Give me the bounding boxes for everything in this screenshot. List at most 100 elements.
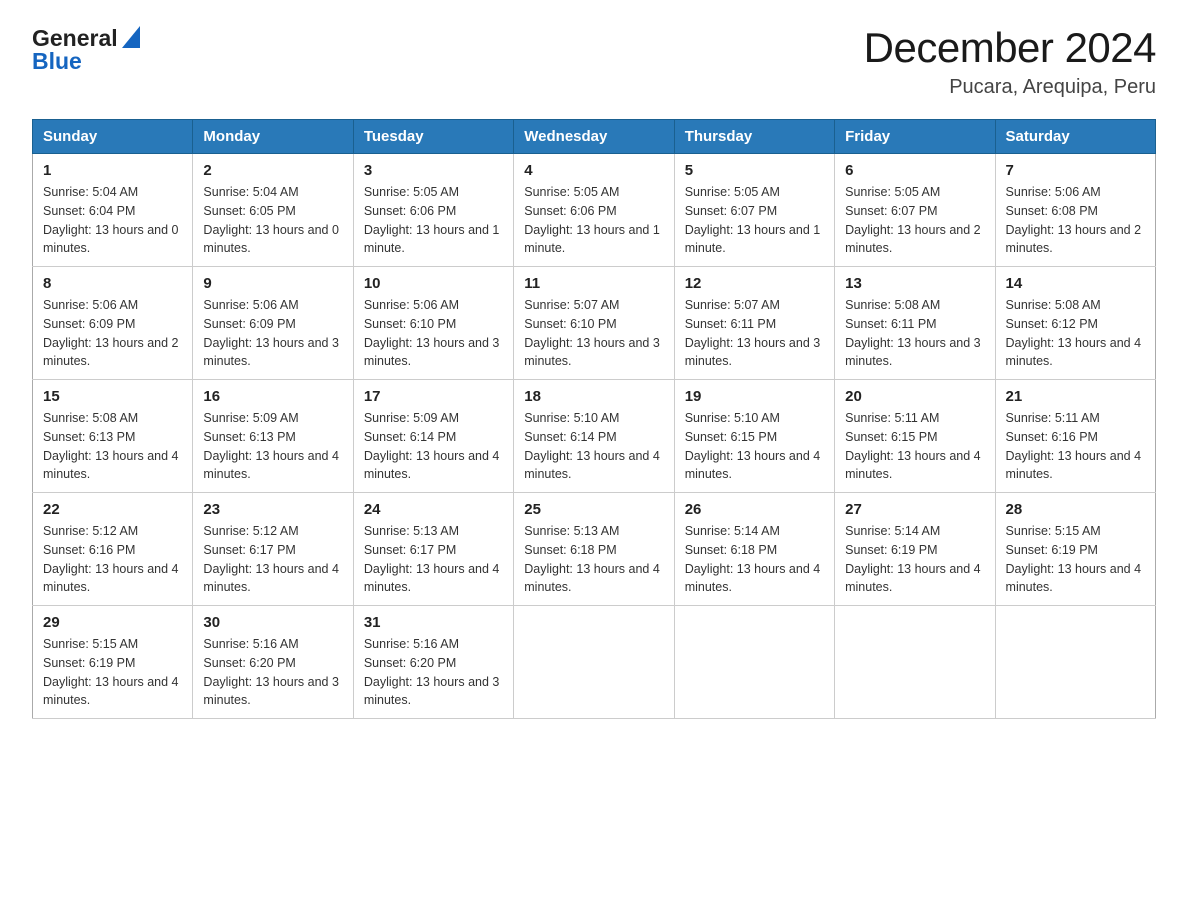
- empty-cell-4-3: [514, 606, 674, 719]
- col-thursday: Thursday: [674, 120, 834, 154]
- day-number: 6: [845, 162, 984, 179]
- day-number: 18: [524, 388, 663, 405]
- day-info: Sunrise: 5:08 AM Sunset: 6:12 PM Dayligh…: [1006, 296, 1145, 371]
- day-info: Sunrise: 5:11 AM Sunset: 6:15 PM Dayligh…: [845, 409, 984, 484]
- calendar-day-27: 27 Sunrise: 5:14 AM Sunset: 6:19 PM Dayl…: [835, 493, 995, 606]
- day-number: 5: [685, 162, 824, 179]
- calendar-day-3: 3 Sunrise: 5:05 AM Sunset: 6:06 PM Dayli…: [353, 154, 513, 267]
- day-number: 17: [364, 388, 503, 405]
- calendar-day-28: 28 Sunrise: 5:15 AM Sunset: 6:19 PM Dayl…: [995, 493, 1155, 606]
- title-block: December 2024 Pucara, Arequipa, Peru: [864, 24, 1156, 99]
- calendar-day-19: 19 Sunrise: 5:10 AM Sunset: 6:15 PM Dayl…: [674, 380, 834, 493]
- col-friday: Friday: [835, 120, 995, 154]
- calendar-day-13: 13 Sunrise: 5:08 AM Sunset: 6:11 PM Dayl…: [835, 267, 995, 380]
- calendar-day-7: 7 Sunrise: 5:06 AM Sunset: 6:08 PM Dayli…: [995, 154, 1155, 267]
- day-info: Sunrise: 5:06 AM Sunset: 6:09 PM Dayligh…: [203, 296, 342, 371]
- col-monday: Monday: [193, 120, 353, 154]
- day-number: 4: [524, 162, 663, 179]
- day-info: Sunrise: 5:13 AM Sunset: 6:17 PM Dayligh…: [364, 522, 503, 597]
- calendar-week-1: 1 Sunrise: 5:04 AM Sunset: 6:04 PM Dayli…: [33, 154, 1156, 267]
- calendar-day-6: 6 Sunrise: 5:05 AM Sunset: 6:07 PM Dayli…: [835, 154, 995, 267]
- calendar-day-8: 8 Sunrise: 5:06 AM Sunset: 6:09 PM Dayli…: [33, 267, 193, 380]
- day-info: Sunrise: 5:06 AM Sunset: 6:09 PM Dayligh…: [43, 296, 182, 371]
- logo-arrow-icon: [122, 26, 140, 53]
- day-info: Sunrise: 5:07 AM Sunset: 6:10 PM Dayligh…: [524, 296, 663, 371]
- calendar-week-2: 8 Sunrise: 5:06 AM Sunset: 6:09 PM Dayli…: [33, 267, 1156, 380]
- calendar-table: Sunday Monday Tuesday Wednesday Thursday…: [32, 119, 1156, 719]
- day-number: 10: [364, 275, 503, 292]
- page-title: December 2024: [864, 24, 1156, 72]
- day-number: 13: [845, 275, 984, 292]
- day-number: 22: [43, 501, 182, 518]
- calendar-day-24: 24 Sunrise: 5:13 AM Sunset: 6:17 PM Dayl…: [353, 493, 513, 606]
- calendar-day-22: 22 Sunrise: 5:12 AM Sunset: 6:16 PM Dayl…: [33, 493, 193, 606]
- calendar-day-1: 1 Sunrise: 5:04 AM Sunset: 6:04 PM Dayli…: [33, 154, 193, 267]
- day-number: 14: [1006, 275, 1145, 292]
- day-info: Sunrise: 5:09 AM Sunset: 6:14 PM Dayligh…: [364, 409, 503, 484]
- day-number: 23: [203, 501, 342, 518]
- day-number: 26: [685, 501, 824, 518]
- day-number: 21: [1006, 388, 1145, 405]
- calendar-day-29: 29 Sunrise: 5:15 AM Sunset: 6:19 PM Dayl…: [33, 606, 193, 719]
- calendar-day-21: 21 Sunrise: 5:11 AM Sunset: 6:16 PM Dayl…: [995, 380, 1155, 493]
- day-number: 27: [845, 501, 984, 518]
- logo-block: General Blue: [32, 24, 140, 75]
- day-info: Sunrise: 5:08 AM Sunset: 6:13 PM Dayligh…: [43, 409, 182, 484]
- day-number: 9: [203, 275, 342, 292]
- day-info: Sunrise: 5:05 AM Sunset: 6:07 PM Dayligh…: [685, 183, 824, 258]
- calendar-day-25: 25 Sunrise: 5:13 AM Sunset: 6:18 PM Dayl…: [514, 493, 674, 606]
- day-info: Sunrise: 5:15 AM Sunset: 6:19 PM Dayligh…: [1006, 522, 1145, 597]
- day-info: Sunrise: 5:06 AM Sunset: 6:10 PM Dayligh…: [364, 296, 503, 371]
- page-location: Pucara, Arequipa, Peru: [864, 76, 1156, 99]
- col-tuesday: Tuesday: [353, 120, 513, 154]
- day-number: 28: [1006, 501, 1145, 518]
- day-number: 24: [364, 501, 503, 518]
- day-info: Sunrise: 5:09 AM Sunset: 6:13 PM Dayligh…: [203, 409, 342, 484]
- col-wednesday: Wednesday: [514, 120, 674, 154]
- day-number: 1: [43, 162, 182, 179]
- day-number: 2: [203, 162, 342, 179]
- day-info: Sunrise: 5:15 AM Sunset: 6:19 PM Dayligh…: [43, 635, 182, 710]
- logo-blue-text: Blue: [32, 48, 82, 75]
- calendar-week-5: 29 Sunrise: 5:15 AM Sunset: 6:19 PM Dayl…: [33, 606, 1156, 719]
- calendar-day-15: 15 Sunrise: 5:08 AM Sunset: 6:13 PM Dayl…: [33, 380, 193, 493]
- day-number: 30: [203, 614, 342, 631]
- calendar-day-23: 23 Sunrise: 5:12 AM Sunset: 6:17 PM Dayl…: [193, 493, 353, 606]
- calendar-day-26: 26 Sunrise: 5:14 AM Sunset: 6:18 PM Dayl…: [674, 493, 834, 606]
- day-number: 31: [364, 614, 503, 631]
- day-info: Sunrise: 5:07 AM Sunset: 6:11 PM Dayligh…: [685, 296, 824, 371]
- day-info: Sunrise: 5:16 AM Sunset: 6:20 PM Dayligh…: [364, 635, 503, 710]
- day-info: Sunrise: 5:10 AM Sunset: 6:14 PM Dayligh…: [524, 409, 663, 484]
- col-sunday: Sunday: [33, 120, 193, 154]
- day-number: 7: [1006, 162, 1145, 179]
- day-number: 3: [364, 162, 503, 179]
- calendar-day-31: 31 Sunrise: 5:16 AM Sunset: 6:20 PM Dayl…: [353, 606, 513, 719]
- day-number: 25: [524, 501, 663, 518]
- day-info: Sunrise: 5:04 AM Sunset: 6:05 PM Dayligh…: [203, 183, 342, 258]
- calendar-header-row: Sunday Monday Tuesday Wednesday Thursday…: [33, 120, 1156, 154]
- col-saturday: Saturday: [995, 120, 1155, 154]
- day-info: Sunrise: 5:14 AM Sunset: 6:18 PM Dayligh…: [685, 522, 824, 597]
- day-number: 15: [43, 388, 182, 405]
- day-info: Sunrise: 5:12 AM Sunset: 6:17 PM Dayligh…: [203, 522, 342, 597]
- calendar-day-30: 30 Sunrise: 5:16 AM Sunset: 6:20 PM Dayl…: [193, 606, 353, 719]
- calendar-day-16: 16 Sunrise: 5:09 AM Sunset: 6:13 PM Dayl…: [193, 380, 353, 493]
- day-number: 29: [43, 614, 182, 631]
- calendar-day-4: 4 Sunrise: 5:05 AM Sunset: 6:06 PM Dayli…: [514, 154, 674, 267]
- logo: General Blue: [32, 24, 140, 75]
- empty-cell-4-4: [674, 606, 834, 719]
- calendar-day-9: 9 Sunrise: 5:06 AM Sunset: 6:09 PM Dayli…: [193, 267, 353, 380]
- day-info: Sunrise: 5:13 AM Sunset: 6:18 PM Dayligh…: [524, 522, 663, 597]
- day-info: Sunrise: 5:11 AM Sunset: 6:16 PM Dayligh…: [1006, 409, 1145, 484]
- day-info: Sunrise: 5:06 AM Sunset: 6:08 PM Dayligh…: [1006, 183, 1145, 258]
- day-number: 16: [203, 388, 342, 405]
- calendar-day-2: 2 Sunrise: 5:04 AM Sunset: 6:05 PM Dayli…: [193, 154, 353, 267]
- calendar-day-17: 17 Sunrise: 5:09 AM Sunset: 6:14 PM Dayl…: [353, 380, 513, 493]
- day-number: 20: [845, 388, 984, 405]
- calendar-day-18: 18 Sunrise: 5:10 AM Sunset: 6:14 PM Dayl…: [514, 380, 674, 493]
- calendar-day-10: 10 Sunrise: 5:06 AM Sunset: 6:10 PM Dayl…: [353, 267, 513, 380]
- day-info: Sunrise: 5:05 AM Sunset: 6:06 PM Dayligh…: [364, 183, 503, 258]
- calendar-day-12: 12 Sunrise: 5:07 AM Sunset: 6:11 PM Dayl…: [674, 267, 834, 380]
- calendar-day-11: 11 Sunrise: 5:07 AM Sunset: 6:10 PM Dayl…: [514, 267, 674, 380]
- day-number: 8: [43, 275, 182, 292]
